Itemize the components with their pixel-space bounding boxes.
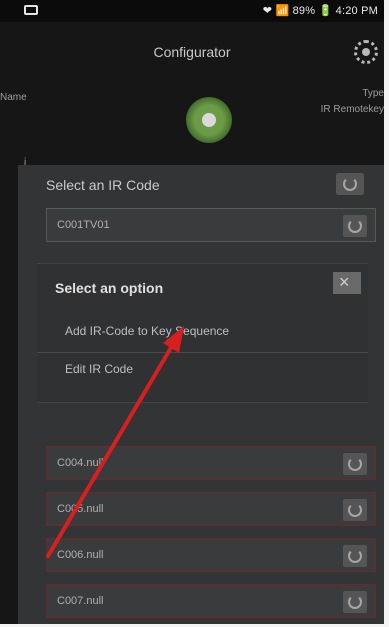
status-indicators: ❤ 📶 89% 🔋 4:20 PM (262, 5, 378, 17)
dialog-title: Select an option (55, 280, 164, 296)
ir-code-refresh-button[interactable] (343, 545, 367, 567)
ir-code-refresh-button[interactable] (343, 215, 367, 237)
refresh-icon (348, 503, 362, 517)
type-label: Type (362, 88, 384, 99)
panel-refresh-button[interactable] (336, 173, 364, 195)
ir-code-refresh-button[interactable] (343, 453, 367, 475)
ir-code-label: C001TV01 (57, 219, 110, 231)
option-divider (37, 352, 368, 353)
refresh-icon (343, 177, 357, 191)
ir-code-item[interactable]: C004.null (46, 446, 376, 480)
type-value: IR Remotekey (320, 104, 384, 115)
ir-code-item[interactable]: C005.null (46, 492, 376, 526)
option-add-ir-code[interactable]: Add IR-Code to Key Sequence (37, 314, 368, 348)
ir-code-label: C006.null (57, 549, 104, 561)
name-label: Name (0, 92, 27, 103)
app-title: Configurator (153, 44, 231, 60)
option-dialog: Select an option × Add IR-Code to Key Se… (37, 263, 368, 403)
ir-code-item[interactable]: C007.null (46, 584, 376, 618)
close-icon: × (339, 272, 350, 292)
refresh-icon (348, 549, 362, 563)
ir-code-label: C004.null (57, 457, 104, 469)
ir-device-icon[interactable] (186, 97, 232, 143)
refresh-icon (348, 219, 362, 233)
settings-icon[interactable] (354, 40, 378, 64)
option-label: Add IR-Code to Key Sequence (65, 324, 230, 338)
ir-code-refresh-button[interactable] (343, 591, 367, 613)
option-label: Edit IR Code (65, 362, 134, 376)
phone-screen: ❤ 📶 89% 🔋 4:20 PM Configurator Name Type… (0, 0, 384, 624)
panel-title: Select an IR Code (46, 177, 160, 193)
refresh-icon (348, 457, 362, 471)
option-edit-ir-code[interactable]: Edit IR Code (37, 352, 368, 386)
ir-code-item[interactable]: C001TV01 (46, 208, 376, 242)
ir-code-label: C005.null (57, 503, 104, 515)
status-bar: ❤ 📶 89% 🔋 4:20 PM (0, 0, 384, 22)
notification-icon (24, 5, 38, 15)
ir-code-label: C007.null (57, 595, 104, 607)
app-bar: Configurator (0, 22, 384, 78)
refresh-icon (348, 595, 362, 609)
ir-code-refresh-button[interactable] (343, 499, 367, 521)
ir-code-item[interactable]: C006.null (46, 538, 376, 572)
dialog-close-button[interactable]: × (333, 272, 361, 294)
